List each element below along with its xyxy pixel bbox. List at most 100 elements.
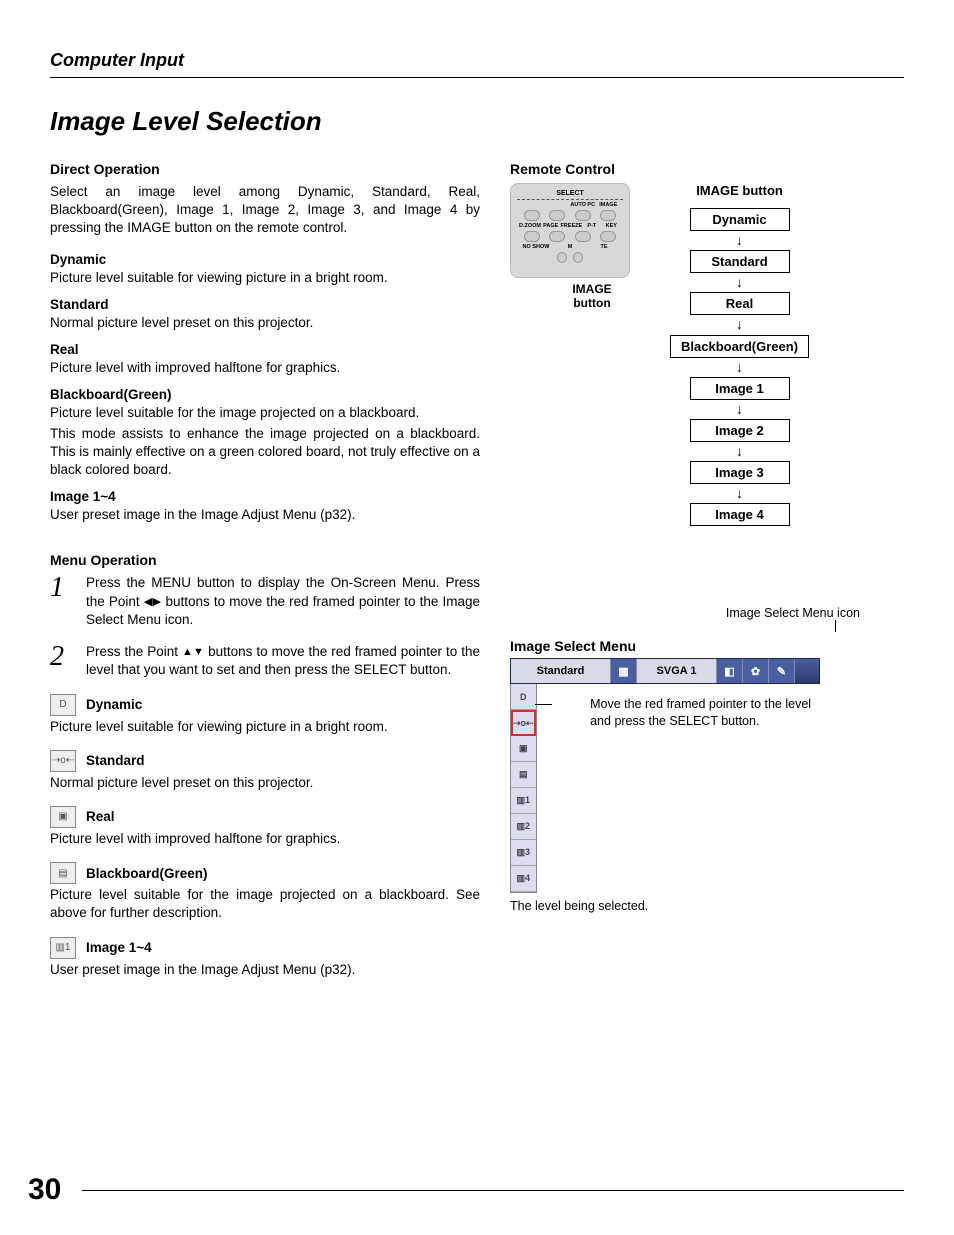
menu-bar-icon1: ▦ xyxy=(611,659,637,683)
step-1-text: Press the MENU button to display the On-… xyxy=(86,574,480,629)
remote-caption-1: IMAGE xyxy=(554,282,630,296)
blackboard-head: Blackboard(Green) xyxy=(50,387,480,402)
flow-box: Image 2 xyxy=(690,419,790,442)
step-2-number: 2 xyxy=(50,643,74,679)
remote-noshow-label: NO SHOW xyxy=(519,244,553,250)
flow-title: IMAGE button xyxy=(696,183,783,198)
remote-key-label: KEY xyxy=(602,223,621,229)
remote-box: SELECT AUTO PCIMAGE D.ZOOM PAGE FREEZE P… xyxy=(510,183,630,278)
arrow-down-icon: ↓ xyxy=(736,362,743,373)
left-column: Direct Operation Select an image level a… xyxy=(50,161,480,989)
remote-m-label: M xyxy=(553,244,587,250)
flow-box: Image 3 xyxy=(690,461,790,484)
blackboard-icon-desc: Picture level suitable for the image pro… xyxy=(50,886,480,922)
step-2-text: Press the Point ▲▼ buttons to move the r… xyxy=(86,643,480,679)
direct-heading: Direct Operation xyxy=(50,161,480,177)
flow-box: Blackboard(Green) xyxy=(670,335,809,358)
arrow-down-icon: ↓ xyxy=(736,319,743,330)
menu-hint-text: Move the red framed pointer to the level… xyxy=(590,696,820,893)
menu-item-blackboard: ▤ xyxy=(511,762,536,788)
remote-pt-label: P-T xyxy=(582,223,601,229)
real-icon: ▣ xyxy=(50,806,76,828)
menu-item-image1: ▥1 xyxy=(511,788,536,814)
image14-head: Image 1~4 xyxy=(50,489,480,504)
flow-box: Standard xyxy=(690,250,790,273)
remote-buttons-row2 xyxy=(519,231,621,242)
arrow-down-icon: ↓ xyxy=(736,404,743,415)
menu-item-standard: ⇢o⇠ xyxy=(511,710,536,736)
remote-te-label: TE xyxy=(587,244,621,250)
menu-op-heading: Menu Operation xyxy=(50,552,480,568)
menu-bar-icon2: ◧ xyxy=(717,659,743,683)
footer-rule xyxy=(82,1190,904,1191)
dynamic-icon-row: D Dynamic xyxy=(50,694,480,716)
blackboard-desc2: This mode assists to enhance the image p… xyxy=(50,425,480,480)
page-title: Image Level Selection xyxy=(50,106,904,137)
menu-item-real: ▣ xyxy=(511,736,536,762)
menu-item-dynamic: D xyxy=(511,684,536,710)
arrow-down-icon: ↓ xyxy=(736,488,743,499)
page-number: 30 xyxy=(28,1173,61,1207)
menu-bar-icon4: ✎ xyxy=(769,659,795,683)
standard-desc: Normal picture level preset on this proj… xyxy=(50,314,480,332)
blackboard-icon: ▤ xyxy=(50,862,76,884)
remote-buttons-row3 xyxy=(519,252,621,263)
section-header: Computer Input xyxy=(50,50,904,78)
arrow-down-icon: ↓ xyxy=(736,446,743,457)
remote-autopc-label: AUTO PC xyxy=(570,202,596,208)
blackboard-icon-row: ▤ Blackboard(Green) xyxy=(50,862,480,884)
menu-item-image2: ▥2 xyxy=(511,814,536,840)
point-up-down-icon: ▲▼ xyxy=(182,646,204,658)
real-icon-desc: Picture level with improved halftone for… xyxy=(50,830,480,848)
image14-desc: User preset image in the Image Adjust Me… xyxy=(50,506,480,524)
dynamic-icon-desc: Picture level suitable for viewing pictu… xyxy=(50,718,480,736)
remote-labels-row2: NO SHOW M TE xyxy=(519,244,621,250)
menu-icon-note-line xyxy=(835,620,836,632)
remote-buttons-row1 xyxy=(519,210,621,221)
real-icon-row: ▣ Real xyxy=(50,806,480,828)
dynamic-icon-label: Dynamic xyxy=(86,697,142,712)
image14-icon-label: Image 1~4 xyxy=(86,940,152,955)
step-1-number: 1 xyxy=(50,574,74,629)
blackboard-icon-label: Blackboard(Green) xyxy=(86,866,208,881)
arrow-down-icon: ↓ xyxy=(736,277,743,288)
remote-control-figure: SELECT AUTO PCIMAGE D.ZOOM PAGE FREEZE P… xyxy=(510,183,630,310)
standard-icon: ⇢o⇠ xyxy=(50,750,76,772)
flow-box: Dynamic xyxy=(690,208,790,231)
blackboard-desc: Picture level suitable for the image pro… xyxy=(50,404,480,422)
direct-intro: Select an image level among Dynamic, Sta… xyxy=(50,183,480,238)
real-desc: Picture level with improved halftone for… xyxy=(50,359,480,377)
flow-box: Image 4 xyxy=(690,503,790,526)
standard-icon-row: ⇢o⇠ Standard xyxy=(50,750,480,772)
image14-icon-desc: User preset image in the Image Adjust Me… xyxy=(50,961,480,979)
remote-caption-2: button xyxy=(554,296,630,310)
standard-head: Standard xyxy=(50,297,480,312)
remote-heading: Remote Control xyxy=(510,161,880,177)
remote-labels-row1: D.ZOOM PAGE FREEZE P-T KEY xyxy=(519,223,621,229)
menu-side-column: D ⇢o⇠ ▣ ▤ ▥1 ▥2 ▥3 ▥4 xyxy=(510,684,537,893)
menu-bar: Standard ▦ SVGA 1 ◧ ✿ ✎ xyxy=(510,658,820,684)
standard-icon-label: Standard xyxy=(86,753,145,768)
menu-item-image4: ▥4 xyxy=(511,866,536,892)
flow-box: Real xyxy=(690,292,790,315)
real-icon-label: Real xyxy=(86,809,115,824)
step-2: 2 Press the Point ▲▼ buttons to move the… xyxy=(50,643,480,679)
menu-icon-note: Image Select Menu icon xyxy=(510,606,860,620)
dynamic-head: Dynamic xyxy=(50,252,480,267)
remote-page-label: PAGE xyxy=(541,223,560,229)
remote-image-label: IMAGE xyxy=(596,202,622,208)
menu-bar-icon3: ✿ xyxy=(743,659,769,683)
menu-area: D ⇢o⇠ ▣ ▤ ▥1 ▥2 ▥3 ▥4 Move the red frame… xyxy=(510,684,820,893)
dynamic-desc: Picture level suitable for viewing pictu… xyxy=(50,269,480,287)
standard-icon-desc: Normal picture level preset on this proj… xyxy=(50,774,480,792)
menu-caption: The level being selected. xyxy=(510,899,880,913)
remote-labels-top: AUTO PCIMAGE xyxy=(519,202,621,208)
menu-item-image3: ▥3 xyxy=(511,840,536,866)
right-column: Remote Control SELECT AUTO PCIMAGE D.ZOO… xyxy=(510,161,880,989)
dynamic-icon: D xyxy=(50,694,76,716)
point-left-right-icon: ◀▶ xyxy=(144,596,162,608)
remote-freeze-label: FREEZE xyxy=(560,223,582,229)
remote-dzoom-label: D.ZOOM xyxy=(519,223,541,229)
menu-hint-wrapper: Move the red framed pointer to the level… xyxy=(537,684,820,893)
image14-icon-row: ▥1 Image 1~4 xyxy=(50,937,480,959)
